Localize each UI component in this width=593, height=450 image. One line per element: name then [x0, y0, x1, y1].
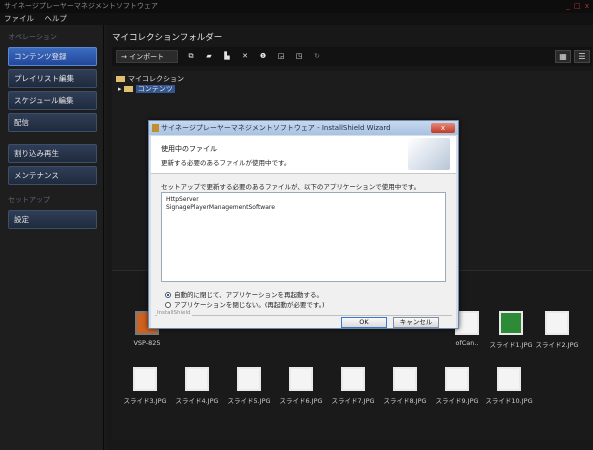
thumbnail-image	[289, 367, 313, 391]
dialog-close-button[interactable]: x	[431, 123, 455, 133]
sidebar-item-maintenance[interactable]: メンテナンス	[8, 166, 97, 185]
sidebar: オペレーション コンテンツ登録 プレイリスト編集 スケジュール編集 配信 割り込…	[0, 25, 104, 450]
radio-unchecked-icon[interactable]	[165, 302, 171, 308]
thumbnail-label: スライド3.JPG	[123, 397, 167, 405]
thumbnail-image	[545, 311, 569, 335]
thumbnail[interactable]: スライド8.JPG	[380, 367, 430, 413]
tree-root[interactable]: マイコレクション	[116, 74, 184, 84]
thumbnail-label: スライド2.JPG	[535, 341, 579, 349]
installshield-dialog: サイネージプレーヤーマネジメントソフトウェア - InstallShield W…	[148, 120, 459, 329]
page-title: マイコレクションフォルダー	[112, 33, 223, 43]
sidebar-item-interrupt-play[interactable]: 割り込み再生	[8, 144, 97, 163]
folder-icon	[123, 86, 133, 92]
tree-root-label: マイコレクション	[128, 75, 184, 83]
wizard-banner-icon	[408, 138, 450, 170]
sidebar-item-playlist-edit[interactable]: プレイリスト編集	[8, 69, 97, 88]
sidebar-section-operation: オペレーション	[8, 33, 57, 41]
ok-button[interactable]: OK	[341, 317, 387, 328]
thumbnail-image	[133, 367, 157, 391]
sidebar-item-schedule-edit[interactable]: スケジュール編集	[8, 91, 97, 110]
thumbnail-label: スライド10.JPG	[485, 397, 533, 405]
thumbnail[interactable]: スライド2.JPG	[532, 311, 582, 357]
import-button[interactable]: → インポート	[116, 50, 178, 63]
dialog-description: セットアップで更新する必要のあるファイルが、以下のアプリケーションで使用中です。	[161, 183, 421, 191]
refresh-icon[interactable]: ↻	[310, 50, 324, 63]
list-item[interactable]: SignagePlayerManagementSoftware	[166, 204, 441, 212]
thumbnail[interactable]: スライド6.JPG	[276, 367, 326, 413]
menubar: ファイル ヘルプ	[0, 13, 593, 25]
dialog-header: 使用中のファイル 更新する必要のあるファイルが使用中です。	[151, 136, 456, 174]
dialog-header-subtitle: 更新する必要のあるファイルが使用中です。	[161, 159, 291, 167]
thumbnail-label: スライド4.JPG	[175, 397, 219, 405]
files-in-use-list[interactable]: HttpServer SignagePlayerManagementSoftwa…	[161, 192, 446, 282]
list-view-icon[interactable]: ☰	[574, 50, 590, 63]
dialog-title: サイネージプレーヤーマネジメントソフトウェア - InstallShield W…	[161, 124, 391, 132]
sidebar-item-content-register[interactable]: コンテンツ登録	[8, 47, 97, 66]
thumbnail[interactable]: スライド9.JPG	[432, 367, 482, 413]
option-close-apps[interactable]: 自動的に閉じて、アプリケーションを再起動する。	[165, 289, 323, 299]
thumbnail-image	[237, 367, 261, 391]
window-title: サイネージプレーヤーマネジメントソフトウェア	[4, 2, 158, 10]
thumbnail-label: スライド8.JPG	[383, 397, 427, 405]
properties-icon[interactable]: ◳	[292, 50, 306, 63]
thumbnail-image	[445, 367, 469, 391]
tree-child[interactable]: ▸ コンテンツ	[118, 84, 175, 94]
move-icon[interactable]: ▰	[202, 50, 216, 63]
thumbnail-label: スライド7.JPG	[331, 397, 375, 405]
thumbnail[interactable]: スライド5.JPG	[224, 367, 274, 413]
dialog-titlebar: サイネージプレーヤーマネジメントソフトウェア - InstallShield W…	[149, 121, 458, 135]
menu-help[interactable]: ヘルプ	[44, 14, 67, 23]
option-keep-label: アプリケーションを閉じない。(再起動が必要です。)	[174, 301, 325, 309]
delete-icon[interactable]: ✕	[238, 50, 252, 63]
footer-divider	[155, 315, 452, 316]
thumbnail-label: スライド6.JPG	[279, 397, 323, 405]
thumbnail-label: スライド5.JPG	[227, 397, 271, 405]
thumbnail[interactable]: スライド3.JPG	[120, 367, 170, 413]
cancel-button[interactable]: キャンセル	[393, 317, 439, 328]
new-folder-icon[interactable]: ▙	[220, 50, 234, 63]
thumbnail-image	[185, 367, 209, 391]
expand-icon[interactable]: ▸	[118, 85, 122, 93]
dialog-body: 使用中のファイル 更新する必要のあるファイルが使用中です。 セットアップで更新す…	[151, 136, 456, 328]
sidebar-item-settings[interactable]: 設定	[8, 210, 97, 229]
sidebar-section-setup: セットアップ	[8, 196, 50, 204]
option-keep-apps[interactable]: アプリケーションを閉じない。(再起動が必要です。)	[165, 299, 325, 309]
thumbnail-label: VSP-825	[133, 339, 161, 347]
tree-child-label: コンテンツ	[135, 85, 175, 93]
installer-logo-icon	[152, 124, 159, 132]
list-item[interactable]: HttpServer	[166, 196, 441, 204]
grid-view-icon[interactable]: ▦	[555, 50, 571, 63]
thumbnail-image	[393, 367, 417, 391]
sidebar-item-distribute[interactable]: 配信	[8, 113, 97, 132]
thumbnail-label: スライド9.JPG	[435, 397, 479, 405]
thumbnail[interactable]: スライド7.JPG	[328, 367, 378, 413]
thumbnail[interactable]: スライド1.JPG	[486, 311, 536, 357]
dialog-header-title: 使用中のファイル	[161, 145, 217, 153]
toolbar: → インポート ⧉ ▰ ▙ ✕ ❶ ◲ ◳ ↻ ▦ ☰	[112, 47, 592, 66]
radio-checked-icon[interactable]	[165, 292, 171, 298]
copy-icon[interactable]: ⧉	[184, 50, 198, 63]
info-icon[interactable]: ❶	[256, 50, 270, 63]
thumbnail[interactable]: スライド4.JPG	[172, 367, 222, 413]
thumbnail-image	[497, 367, 521, 391]
installshield-label: InstallShield	[157, 310, 193, 316]
export-icon[interactable]: ◲	[274, 50, 288, 63]
thumbnail-image	[341, 367, 365, 391]
option-close-label: 自動的に閉じて、アプリケーションを再起動する。	[174, 291, 324, 299]
thumbnail[interactable]: スライド10.JPG	[484, 367, 534, 413]
thumbnail-image	[499, 311, 523, 335]
menu-file[interactable]: ファイル	[4, 14, 34, 23]
window-titlebar: サイネージプレーヤーマネジメントソフトウェア _ □ x	[0, 0, 593, 13]
folder-icon	[116, 76, 125, 82]
window-controls[interactable]: _ □ x	[566, 0, 590, 13]
